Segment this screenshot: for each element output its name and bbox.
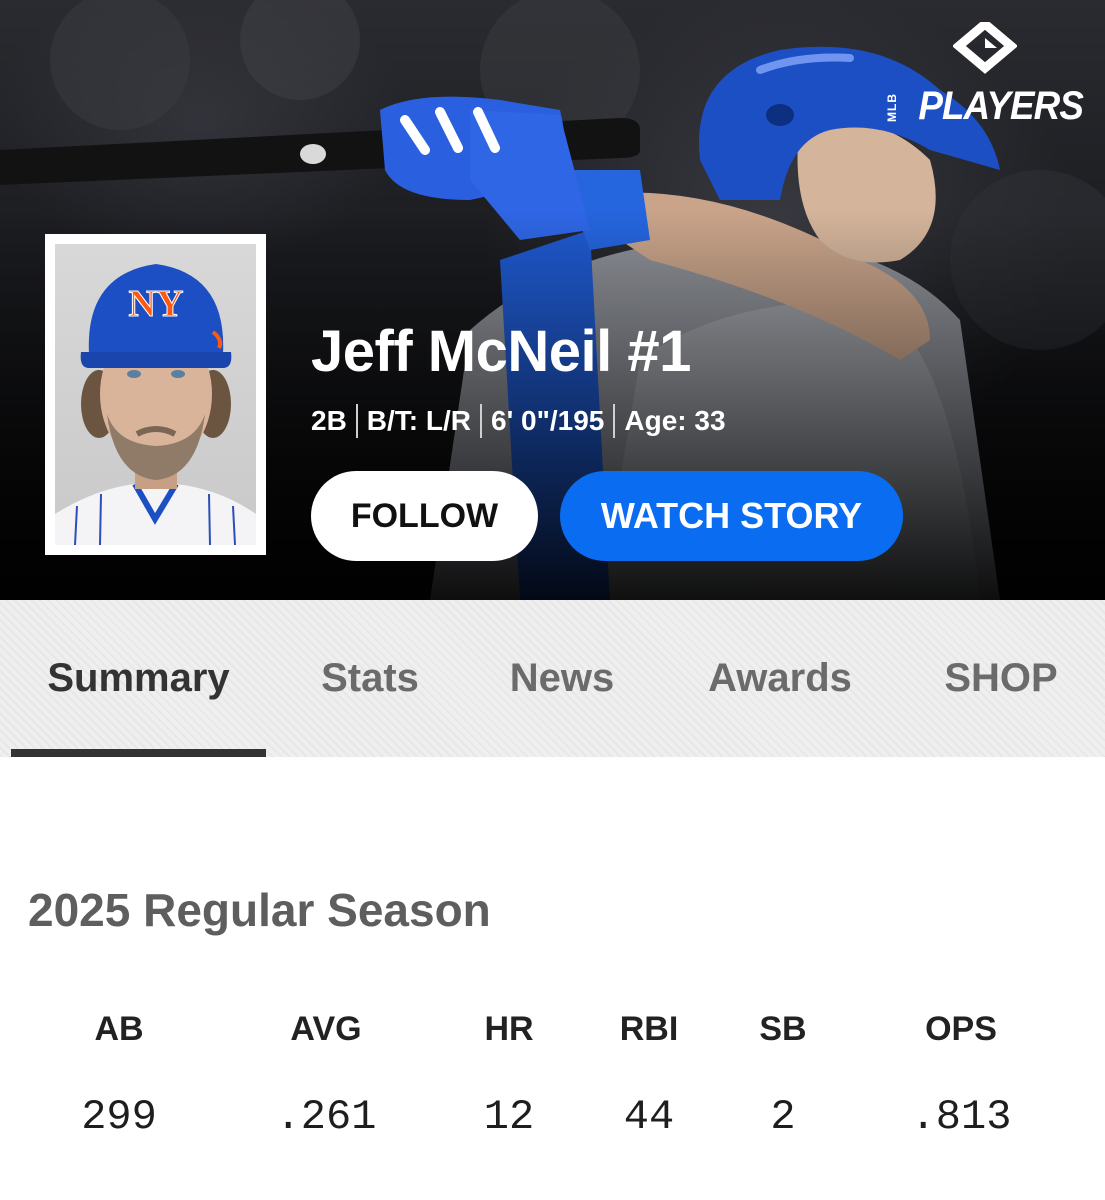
stat-label: OPS: [925, 1010, 997, 1048]
stat-hr: HR 12: [434, 1005, 584, 1141]
stat-label: RBI: [619, 1010, 679, 1048]
divider: [355, 404, 358, 438]
active-tab-indicator: [11, 749, 266, 757]
tab-stats[interactable]: Stats: [290, 600, 450, 757]
watch-story-button[interactable]: WATCH STORY: [560, 471, 903, 561]
stat-value: .261: [275, 1093, 377, 1141]
stat-label: SB: [759, 1010, 807, 1048]
headshot-image: NY: [55, 244, 256, 545]
stat-label: AVG: [290, 1010, 362, 1048]
tab-shop[interactable]: SHOP: [915, 600, 1087, 757]
headshot-portrait: NY: [55, 264, 256, 545]
brand-league-text: MLB: [885, 93, 899, 122]
player-bats-throws: B/T: L/R: [366, 405, 472, 436]
mlb-players-logo: MLB PLAYERS: [883, 22, 1084, 132]
stat-avg: AVG .261: [251, 1005, 401, 1141]
follow-button[interactable]: FOLLOW: [311, 471, 538, 561]
tab-news[interactable]: News: [482, 600, 642, 757]
player-headshot: NY: [45, 234, 266, 555]
stat-label: AB: [94, 1010, 144, 1048]
player-position: 2B: [311, 405, 347, 436]
brand-name-text: PLAYERS: [918, 84, 1084, 128]
stat-value: 299: [81, 1093, 157, 1141]
profile-tab-bar: Summary Stats News Awards SHOP: [0, 600, 1105, 757]
stat-rbi: RBI 44: [574, 1005, 724, 1141]
stat-value: 44: [623, 1093, 675, 1141]
player-height-weight: 6' 0"/195: [491, 405, 605, 436]
divider: [480, 404, 483, 438]
stat-value: .813: [910, 1093, 1012, 1141]
player-hero: MLB PLAYERS NY Jeff McNeil #1 2B B/T: L/…: [0, 0, 1105, 600]
svg-text:NY: NY: [129, 283, 184, 325]
player-name: Jeff McNeil #1: [311, 319, 691, 384]
tab-summary[interactable]: Summary: [11, 600, 266, 757]
player-bio-line: 2B B/T: L/R 6' 0"/195 Age: 33: [311, 404, 726, 438]
player-age: Age: 33: [624, 405, 726, 436]
stat-ops: OPS .813: [886, 1005, 1036, 1141]
season-title: 2025 Regular Season: [28, 884, 491, 936]
players-diamond-icon: [953, 22, 1017, 74]
stat-ab: AB 299: [44, 1005, 194, 1141]
stat-value: 2: [770, 1093, 796, 1141]
tab-awards[interactable]: Awards: [680, 600, 880, 757]
stat-value: 12: [483, 1093, 535, 1141]
stat-label: HR: [484, 1010, 534, 1048]
stat-sb: SB 2: [708, 1005, 858, 1141]
divider: [613, 404, 616, 438]
